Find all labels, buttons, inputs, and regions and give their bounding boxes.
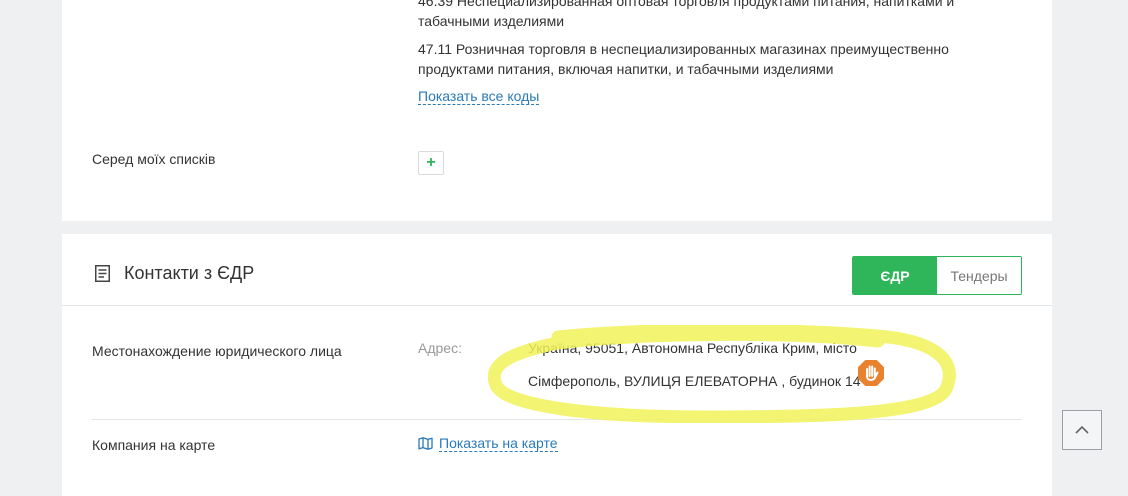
map-label: Компания на карте	[92, 437, 216, 453]
chevron-up-icon	[1075, 425, 1089, 434]
tab-edr[interactable]: ЄДР	[853, 257, 937, 294]
show-on-map-link[interactable]: Показать на карте	[439, 435, 558, 452]
activity-code-46-39: 46.39 Неспециализированная оптовая торго…	[418, 0, 955, 29]
map-link-wrap: Показать на карте	[418, 435, 558, 452]
show-all-codes-link[interactable]: Показать все коды	[418, 88, 540, 105]
highlight-marker	[488, 325, 956, 423]
activity-code-47-11: 47.11 Розничная торговля в неспециализир…	[418, 41, 949, 77]
source-toggle: ЄДР Тендеры	[852, 256, 1022, 295]
document-icon	[95, 265, 110, 282]
my-lists-label: Серед моїх списків	[92, 151, 216, 167]
activities-card: 46.39 Неспециализированная оптовая торго…	[62, 0, 1052, 221]
location-label: Местонахождение юридического лица	[92, 343, 342, 359]
add-to-list-button[interactable]: +	[418, 151, 444, 175]
scroll-to-top-button[interactable]	[1062, 410, 1102, 450]
stop-hand-icon	[858, 360, 884, 386]
address-label: Адрес:	[418, 340, 462, 356]
contacts-header: Контакти з ЄДР ЄДР Тендеры	[62, 234, 1052, 306]
map-icon	[418, 437, 433, 450]
tab-tenders[interactable]: Тендеры	[937, 257, 1021, 294]
contacts-title: Контакти з ЄДР	[124, 263, 255, 283]
